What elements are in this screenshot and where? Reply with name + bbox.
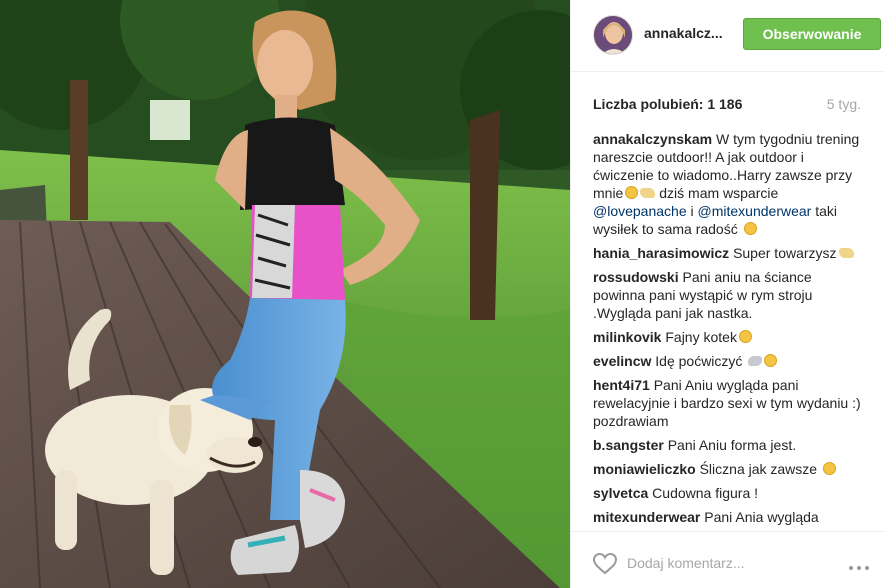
post-username[interactable]: annakalcz...: [644, 25, 732, 41]
face-emoji-icon: [625, 186, 639, 199]
comment-username[interactable]: hent4i71: [593, 377, 650, 393]
comment-text: i: [686, 203, 698, 219]
comment-item: mitexunderwear Pani Ania wygląda: [593, 508, 865, 526]
comment-username[interactable]: milinkovik: [593, 329, 661, 345]
follow-button[interactable]: Obserwowanie: [743, 18, 881, 50]
comment-username[interactable]: evelincw: [593, 353, 651, 369]
comment-item: milinkovik Fajny kotek: [593, 328, 865, 346]
comments-list[interactable]: annakalczynskam W tym tygodniu trening n…: [593, 130, 865, 528]
comment-item: b.sangster Pani Aniu forma jest.: [593, 436, 865, 454]
comment-username[interactable]: b.sangster: [593, 437, 664, 453]
comment-username[interactable]: mitexunderwear: [593, 509, 700, 525]
comment-item: evelincw Idę poćwiczyć: [593, 352, 865, 370]
comment-text: Fajny kotek: [665, 329, 737, 345]
avatar-image: [594, 16, 632, 54]
face-emoji-icon: [738, 330, 752, 343]
comment-item: sylvetca Cudowna figura !: [593, 484, 865, 502]
comment-item: hent4i71 Pani Aniu wygląda pani rewelacy…: [593, 376, 865, 430]
post-age[interactable]: 5 tyg.: [827, 96, 861, 112]
comment-item: moniawieliczko Śliczna jak zawsze: [593, 460, 865, 478]
comment-mention-link[interactable]: @lovepanache: [593, 203, 687, 219]
comment-username[interactable]: moniawieliczko: [593, 461, 696, 477]
heart-outline-icon[interactable]: [593, 553, 617, 575]
post-photo: [0, 0, 570, 588]
comment-text: dziś mam wsparcie: [655, 185, 779, 201]
comment-text: Super towarzysz: [733, 245, 837, 261]
likes-count[interactable]: Liczba polubień: 1 186: [593, 96, 742, 112]
comment-username[interactable]: rossudowski: [593, 269, 679, 285]
photo-scene: [0, 0, 570, 588]
comment-text: Cudowna figura !: [652, 485, 759, 501]
face-emoji-icon: [743, 222, 757, 235]
add-comment-input[interactable]: [627, 550, 827, 576]
comment-text: Pani Aniu forma jest.: [667, 437, 797, 453]
post-details-panel: annakalcz... Obserwowanie Liczba polubie…: [570, 0, 884, 588]
comment-username[interactable]: annakalczynskam: [593, 131, 712, 147]
comment-username[interactable]: hania_harasimowicz: [593, 245, 729, 261]
post-meta: Liczba polubień: 1 186 5 tyg.: [593, 96, 861, 116]
avatar[interactable]: [593, 15, 633, 55]
comment-text: Idę poćwiczyć: [655, 353, 747, 369]
comment-username[interactable]: sylvetca: [593, 485, 648, 501]
comment-bar: [571, 531, 884, 588]
dog-emoji-icon: [640, 188, 656, 198]
arm-emoji-icon: [748, 356, 763, 366]
face-emoji-icon: [822, 462, 836, 475]
comment-item: annakalczynskam W tym tygodniu trening n…: [593, 130, 865, 238]
face-emoji-icon: [764, 354, 778, 367]
post-header: annakalcz... Obserwowanie: [571, 0, 884, 72]
comment-text: Pani Ania wygląda: [704, 509, 819, 525]
comment-mention-link[interactable]: @mitexunderwear: [698, 203, 812, 219]
comment-item: hania_harasimowicz Super towarzysz: [593, 244, 865, 262]
more-horizontal-icon[interactable]: [849, 557, 875, 570]
dog-emoji-icon: [838, 248, 854, 258]
comment-item: rossudowski Pani aniu na ściance powinna…: [593, 268, 865, 322]
comment-text: Śliczna jak zawsze: [699, 461, 821, 477]
